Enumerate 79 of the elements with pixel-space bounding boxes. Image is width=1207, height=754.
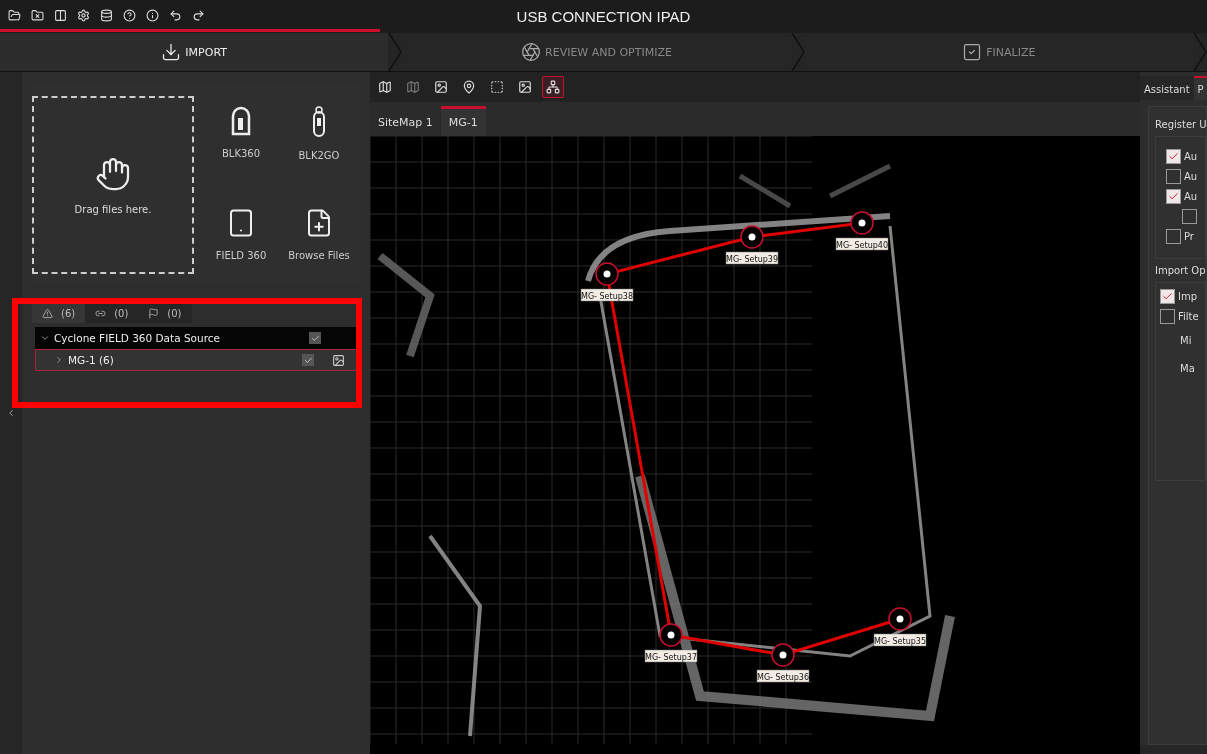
source-button[interactable]: FIELD 360 — [206, 202, 276, 284]
selection-icon — [490, 80, 504, 94]
tree-label: Cyclone FIELD 360 Data Source — [54, 332, 221, 344]
info-icon[interactable] — [146, 8, 159, 22]
checkbox[interactable] — [1160, 309, 1175, 324]
tool-button[interactable] — [542, 76, 564, 98]
checkbox[interactable] — [1166, 229, 1181, 244]
checkbox[interactable] — [1166, 169, 1181, 184]
drop-zone[interactable]: Drag files here. — [32, 96, 194, 274]
setup-label: MG- Setup35 — [873, 633, 927, 647]
import-icon — [161, 42, 182, 62]
check-square-icon — [962, 42, 983, 62]
setup-label: MG- Setup39 — [725, 251, 779, 265]
checkbox[interactable] — [1166, 189, 1181, 204]
map-add-icon — [378, 80, 392, 94]
settings-icon[interactable] — [77, 8, 90, 22]
map-pin-icon — [462, 80, 476, 94]
tree-label: MG-1 (6) — [68, 354, 115, 366]
window-title: USB CONNECTION IPAD — [515, 8, 692, 25]
reel-icon — [521, 42, 542, 62]
checkbox[interactable] — [1160, 289, 1175, 304]
view-tab[interactable]: MG-1 — [440, 106, 486, 136]
setup-label: MG- Setup36 — [756, 669, 810, 683]
source-button[interactable]: BLK360 — [206, 100, 276, 184]
drop-hint: Drag files here. — [74, 203, 152, 215]
option-label: Au — [1184, 191, 1198, 202]
handheld-scanner-icon — [312, 106, 326, 138]
scanner-icon — [230, 106, 252, 136]
link-icon — [95, 308, 107, 319]
network-icon — [546, 80, 560, 94]
caret-icon[interactable] — [54, 355, 64, 365]
undo-icon[interactable] — [169, 8, 182, 22]
hand-icon — [95, 155, 131, 192]
option-label: Au — [1184, 151, 1198, 162]
check-icon — [303, 355, 313, 365]
source-button[interactable]: BLK2GO — [284, 100, 354, 184]
check-icon — [310, 333, 320, 343]
check-icon — [1168, 151, 1179, 162]
map-remove-icon — [406, 80, 420, 94]
group-title: Import Op — [1155, 265, 1206, 276]
caret-icon[interactable] — [40, 333, 50, 343]
group-title: Register U — [1155, 119, 1206, 130]
check-icon — [1168, 191, 1179, 202]
database-icon[interactable] — [100, 8, 113, 22]
checkbox[interactable] — [1182, 209, 1197, 224]
photo-icon — [434, 80, 448, 94]
setup-label: MG- Setup38 — [580, 288, 634, 302]
field-label: Ma — [1179, 363, 1196, 374]
redo-icon[interactable] — [192, 8, 205, 22]
image-icon[interactable] — [332, 353, 345, 367]
checkbox[interactable] — [1166, 149, 1181, 164]
folder-icon[interactable] — [8, 8, 21, 22]
collapse-icon[interactable] — [6, 408, 16, 418]
checkbox[interactable] — [302, 354, 314, 366]
option-label: Filte — [1178, 311, 1199, 322]
panel-icon[interactable] — [54, 8, 67, 22]
folder-close-icon[interactable] — [31, 8, 44, 22]
step-tab[interactable]: IMPORT — [0, 33, 389, 71]
panel-tab[interactable]: Assistant — [1140, 76, 1194, 100]
option-label: Au — [1184, 171, 1198, 182]
setup-label: MG- Setup37 — [644, 649, 698, 663]
help-icon[interactable] — [123, 8, 136, 22]
option-label: Imp — [1178, 291, 1198, 302]
source-button[interactable]: Browse Files — [284, 202, 354, 284]
image-icon — [518, 80, 532, 94]
field-label: Mi — [1179, 335, 1193, 346]
setup-marker[interactable] — [888, 607, 912, 631]
setup-marker[interactable] — [771, 643, 795, 667]
map-canvas[interactable]: MG- Setup40 MG- Setup39 MG- Setup38 MG- Setup37 MG- Setup36 MG- Setup35 — [370, 136, 1140, 754]
setup-marker[interactable] — [740, 225, 764, 249]
setup-marker[interactable] — [595, 262, 619, 286]
flag-icon — [148, 308, 160, 319]
checkbox[interactable] — [309, 332, 321, 344]
check-icon — [1162, 291, 1173, 302]
setup-label: MG- Setup40 — [835, 237, 889, 251]
setup-marker[interactable] — [659, 623, 683, 647]
list-tab[interactable]: (6) — [32, 302, 86, 323]
setup-marker[interactable] — [850, 211, 874, 235]
option-label: Pr — [1184, 231, 1194, 242]
